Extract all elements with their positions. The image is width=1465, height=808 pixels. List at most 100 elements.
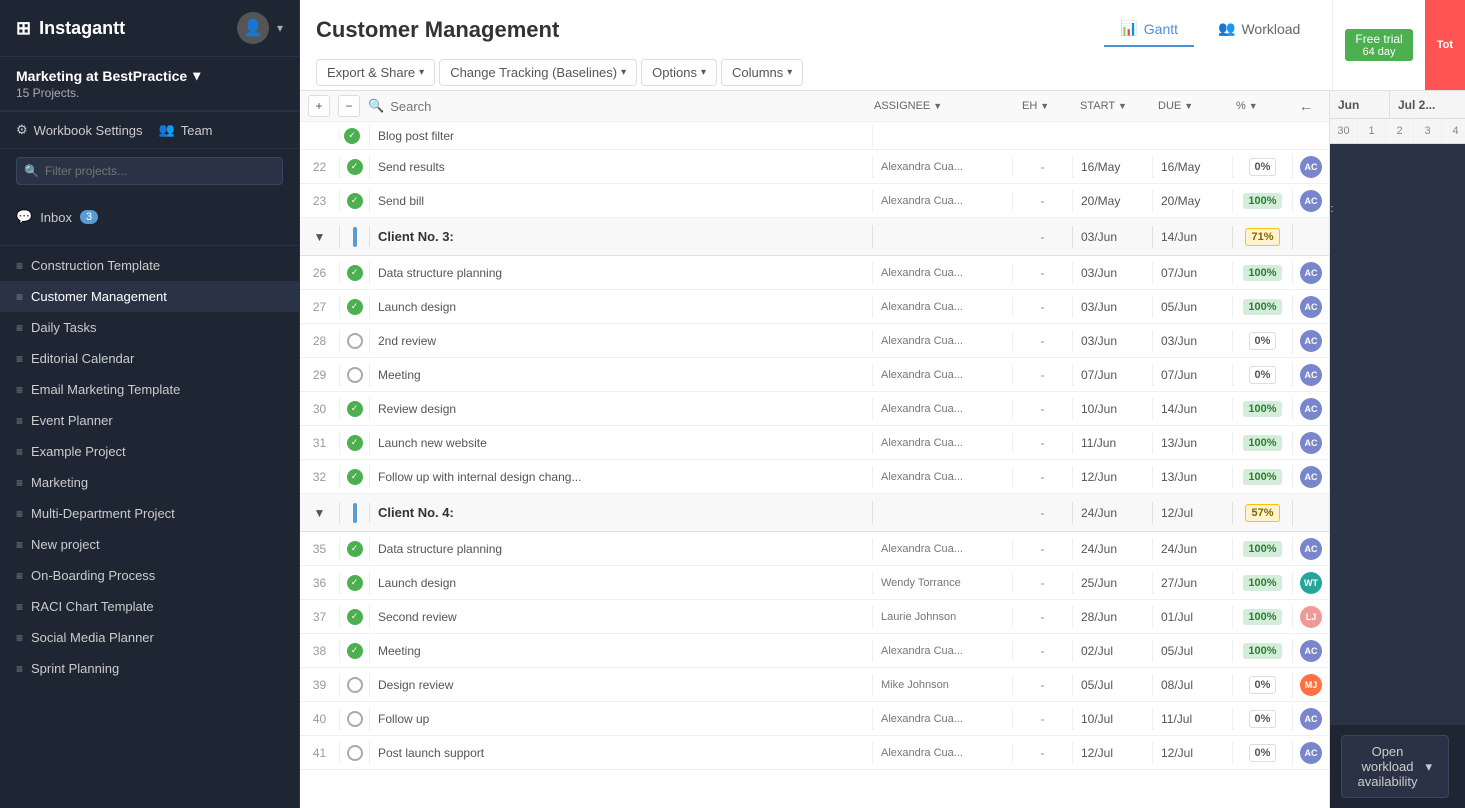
col-percent-header[interactable]: % ▼ [1228, 100, 1283, 112]
group-collapse[interactable]: ▼ [300, 502, 340, 524]
table-row[interactable]: 32 ✓ Follow up with internal design chan… [300, 460, 1329, 494]
list-icon: ≡ [16, 600, 23, 614]
remove-row-btn[interactable]: − [338, 95, 360, 117]
tot-label: Tot [1437, 39, 1453, 51]
row-check[interactable]: ✓ [340, 571, 370, 595]
table-row[interactable]: 26 ✓ Data structure planning Alexandra C… [300, 256, 1329, 290]
col-due-header[interactable]: DUE ▼ [1150, 100, 1220, 112]
row-start: 07/Jun [1073, 364, 1153, 386]
add-row-btn[interactable]: + [308, 95, 330, 117]
row-check[interactable] [340, 707, 370, 731]
row-eh: - [1013, 606, 1073, 628]
row-assignee: Alexandra Cua... [873, 539, 1013, 559]
sidebar-item-event-planner[interactable]: ≡Event Planner [0, 405, 299, 436]
table-row[interactable]: 28 2nd review Alexandra Cua... - 03/Jun … [300, 324, 1329, 358]
row-assignee: Alexandra Cua... [873, 743, 1013, 763]
col-assignee-header[interactable]: ASSIGNEE ▼ [866, 100, 1006, 112]
row-percent: 100% [1233, 295, 1293, 319]
row-check[interactable] [340, 673, 370, 697]
export-share-btn[interactable]: Export & Share ▾ [316, 59, 435, 86]
list-icon: ≡ [16, 631, 23, 645]
row-due: 07/Jun [1153, 262, 1233, 284]
filter-input[interactable] [16, 157, 283, 185]
table-row[interactable]: 38 ✓ Meeting Alexandra Cua... - 02/Jul 0… [300, 634, 1329, 668]
row-check[interactable] [340, 741, 370, 765]
sidebar-divider [0, 245, 299, 246]
sidebar-item-example-project[interactable]: ≡Example Project [0, 436, 299, 467]
table-row[interactable]: 39 Design review Mike Johnson - 05/Jul 0… [300, 668, 1329, 702]
workbook-settings-btn[interactable]: ⚙ Workbook Settings [16, 122, 143, 138]
table-row[interactable]: 41 Post launch support Alexandra Cua... … [300, 736, 1329, 770]
group-header-client3[interactable]: ▼ Client No. 3: - 03/Jun 14/Jun 71% [300, 218, 1329, 256]
row-eh: - [1013, 538, 1073, 560]
table-row[interactable]: 31 ✓ Launch new website Alexandra Cua...… [300, 426, 1329, 460]
row-percent: 100% [1233, 261, 1293, 285]
row-eh: - [1013, 742, 1073, 764]
row-eh: - [1013, 674, 1073, 696]
table-row[interactable]: 23 ✓ Send bill Alexandra Cua... - 20/May… [300, 184, 1329, 218]
team-btn[interactable]: 👥 Team [159, 122, 213, 138]
row-avatar: AC [1293, 394, 1329, 424]
row-check[interactable] [340, 329, 370, 353]
sidebar-item-editorial-calendar[interactable]: ≡Editorial Calendar [0, 343, 299, 374]
tab-workload[interactable]: 👥 Workload [1202, 12, 1316, 47]
columns-btn[interactable]: Columns ▾ [721, 59, 803, 86]
table-row[interactable]: 40 Follow up Alexandra Cua... - 10/Jul 1… [300, 702, 1329, 736]
table-row[interactable]: 37 ✓ Second review Laurie Johnson - 28/J… [300, 600, 1329, 634]
row-check[interactable]: ✓ [340, 537, 370, 561]
row-percent: 100% [1233, 639, 1293, 663]
row-start: 12/Jun [1073, 466, 1153, 488]
table-row[interactable]: 22 ✓ Send results Alexandra Cua... - 16/… [300, 150, 1329, 184]
row-check[interactable]: ✓ [340, 639, 370, 663]
col-eh-header[interactable]: EH ▼ [1014, 100, 1064, 112]
group-collapse[interactable]: ▼ [300, 226, 340, 248]
table-row[interactable]: 36 ✓ Launch design Wendy Torrance - 25/J… [300, 566, 1329, 600]
row-check[interactable]: ✓ [340, 155, 370, 179]
list-icon: ≡ [16, 259, 23, 273]
row-start: 24/Jun [1073, 538, 1153, 560]
nav-back-btn[interactable]: ← [1291, 98, 1321, 114]
row-due: 13/Jun [1153, 432, 1233, 454]
group-header-client4[interactable]: ▼ Client No. 4: - 24/Jun 12/Jul 57% [300, 494, 1329, 532]
col-start-header[interactable]: START ▼ [1072, 100, 1142, 112]
tracking-caret-icon: ▾ [621, 67, 626, 78]
sidebar-item-multi-department-project[interactable]: ≡Multi-Department Project [0, 498, 299, 529]
open-workload-btn[interactable]: Open workload availability ▾ [1341, 735, 1450, 798]
sidebar-menu-caret[interactable]: ▾ [277, 21, 283, 35]
sidebar-item-raci-chart-template[interactable]: ≡RACI Chart Template [0, 591, 299, 622]
table-search-input[interactable] [390, 99, 590, 114]
row-percent: 0% [1233, 362, 1293, 388]
row-check[interactable]: ✓ [340, 261, 370, 285]
row-avatar: WT [1293, 568, 1329, 598]
table-row[interactable]: 30 ✓ Review design Alexandra Cua... - 10… [300, 392, 1329, 426]
user-avatar[interactable]: 👤 [237, 12, 269, 44]
change-tracking-btn[interactable]: Change Tracking (Baselines) ▾ [439, 59, 637, 86]
table-row[interactable]: 27 ✓ Launch design Alexandra Cua... - 03… [300, 290, 1329, 324]
table-row[interactable]: 35 ✓ Data structure planning Alexandra C… [300, 532, 1329, 566]
workspace-name[interactable]: Marketing at BestPractice ▾ [16, 67, 283, 84]
tab-gantt[interactable]: 📊 Gantt [1104, 12, 1194, 47]
group-percent: 57% [1233, 500, 1293, 526]
sidebar-item-marketing[interactable]: ≡Marketing [0, 467, 299, 498]
row-avatar: AC [1293, 152, 1329, 182]
row-check[interactable]: ✓ [340, 397, 370, 421]
sidebar-item-new-project[interactable]: ≡New project [0, 529, 299, 560]
row-check[interactable]: ✓ [340, 295, 370, 319]
row-check[interactable] [340, 363, 370, 387]
sidebar-item-inbox[interactable]: 💬 Inbox 3 [0, 201, 299, 233]
options-btn[interactable]: Options ▾ [641, 59, 717, 86]
sidebar-item-sprint-planning[interactable]: ≡Sprint Planning [0, 653, 299, 684]
sidebar-item-social-media-planner[interactable]: ≡Social Media Planner [0, 622, 299, 653]
sidebar-item-construction-template[interactable]: ≡Construction Template [0, 250, 299, 281]
sidebar-item-email-marketing-template[interactable]: ≡Email Marketing Template [0, 374, 299, 405]
row-check[interactable]: ✓ [340, 189, 370, 213]
sidebar-item-daily-tasks[interactable]: ≡Daily Tasks [0, 312, 299, 343]
sidebar-item-customer-management[interactable]: ≡Customer Management [0, 281, 299, 312]
row-check[interactable]: ✓ [340, 465, 370, 489]
gantt-month-jul: Jul 2... [1390, 91, 1465, 118]
sidebar-item-on-boarding-process[interactable]: ≡On-Boarding Process [0, 560, 299, 591]
row-check[interactable]: ✓ [340, 431, 370, 455]
table-row[interactable]: 29 Meeting Alexandra Cua... - 07/Jun 07/… [300, 358, 1329, 392]
row-num: 26 [300, 262, 340, 284]
row-check[interactable]: ✓ [340, 605, 370, 629]
